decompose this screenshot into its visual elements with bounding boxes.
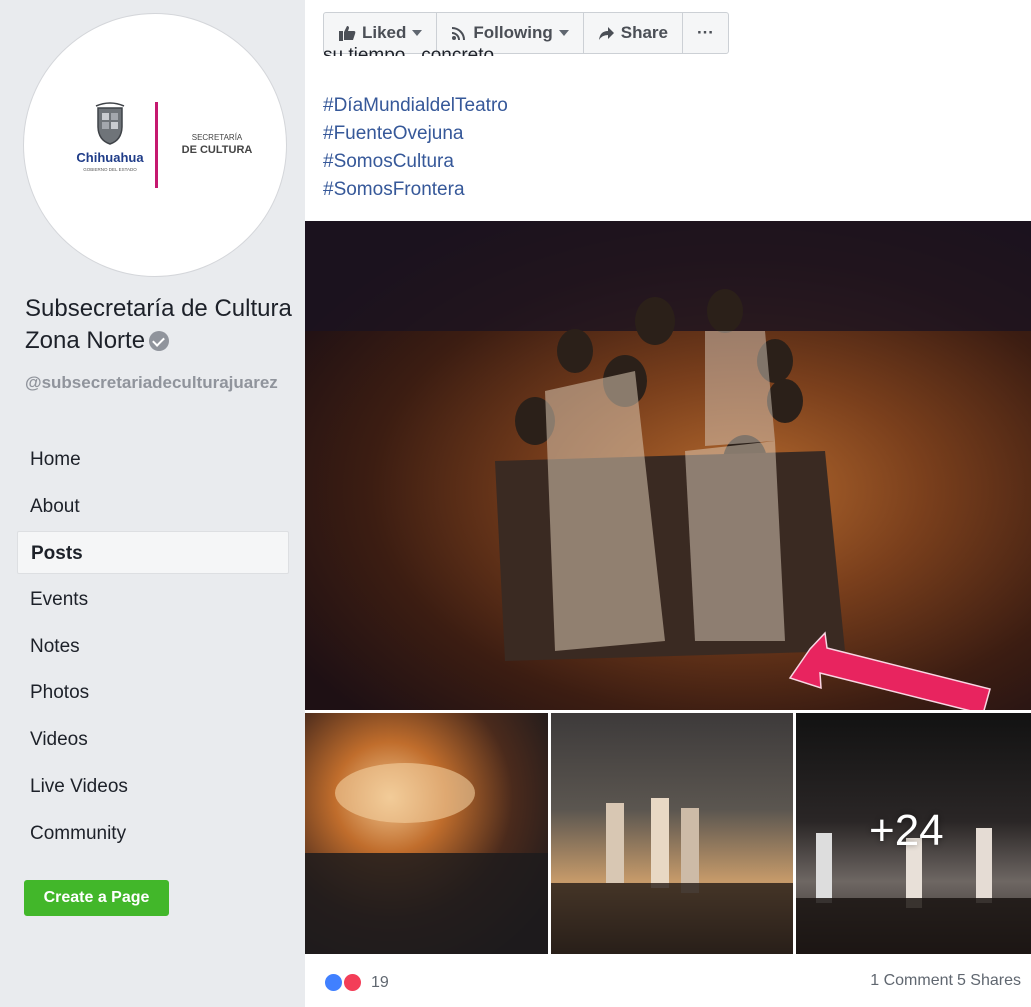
shares-count-link[interactable]: 5 Shares bbox=[957, 972, 1021, 990]
hashtag-link[interactable]: #SomosFrontera bbox=[323, 176, 508, 204]
reaction-summary[interactable]: 19 bbox=[323, 972, 389, 993]
nav-item-community[interactable]: Community bbox=[17, 812, 289, 855]
stage-musicians-scene bbox=[551, 798, 793, 954]
page-name[interactable]: Subsecretaría de Cultura Zona Norte bbox=[25, 293, 295, 357]
post-photo-thumbnail-more[interactable]: +24 bbox=[796, 713, 1031, 954]
logo-brand: Chihuahua bbox=[76, 150, 144, 165]
create-page-button[interactable]: Create a Page bbox=[24, 880, 169, 916]
actor-group bbox=[495, 289, 845, 661]
logo-dept-line1: SECRETARÍA bbox=[192, 133, 243, 142]
hashtag-link[interactable]: #FuenteOvejuna bbox=[323, 120, 508, 148]
nav-item-photos[interactable]: Photos bbox=[17, 671, 289, 714]
nav-item-notes[interactable]: Notes bbox=[17, 625, 289, 668]
coat-of-arms-icon bbox=[95, 102, 125, 145]
post-card: Liked Following Share ··· su tiempo , co… bbox=[305, 0, 1031, 1007]
post-text-partial: su tiempo , concreto. bbox=[323, 45, 500, 56]
chevron-down-icon bbox=[412, 30, 423, 36]
post-photo-thumbnail[interactable] bbox=[551, 713, 793, 954]
thumbs-up-icon bbox=[339, 26, 356, 41]
nav-item-videos[interactable]: Videos bbox=[17, 718, 289, 761]
logo-dept-line2: DE CULTURA bbox=[182, 144, 253, 156]
share-label: Share bbox=[620, 23, 668, 42]
more-photos-count: +24 bbox=[869, 806, 944, 855]
secretaria-cultura-logo: Chihuahua GOBIERNO DEL ESTADO SECRETARÍA… bbox=[76, 102, 253, 188]
more-options-icon: ··· bbox=[696, 23, 714, 42]
logo-brand-sub: GOBIERNO DEL ESTADO bbox=[83, 167, 137, 172]
page-handle[interactable]: @subsecretariadeculturajuarez bbox=[25, 372, 287, 394]
hashtag-link[interactable]: #DíaMundialdelTeatro bbox=[323, 92, 508, 120]
page-sidebar: Chihuahua GOBIERNO DEL ESTADO SECRETARÍA… bbox=[0, 0, 305, 1007]
main-post-photo[interactable] bbox=[305, 221, 1031, 710]
comments-count-link[interactable]: 1 Comment bbox=[870, 972, 953, 990]
share-button[interactable]: Share bbox=[584, 13, 683, 53]
hashtag-link[interactable]: #SomosCultura bbox=[323, 148, 508, 176]
share-arrow-icon bbox=[598, 26, 614, 40]
post-photo-thumbnail[interactable] bbox=[305, 713, 548, 954]
page-nav: Home About Posts Events Notes Photos Vid… bbox=[17, 438, 289, 858]
nav-item-live-videos[interactable]: Live Videos bbox=[17, 765, 289, 808]
profile-picture[interactable]: Chihuahua GOBIERNO DEL ESTADO SECRETARÍA… bbox=[24, 14, 286, 276]
rss-feed-icon bbox=[452, 27, 466, 41]
theater-stage-scene bbox=[305, 221, 1031, 710]
love-reaction-icon bbox=[342, 972, 363, 993]
nav-item-about[interactable]: About bbox=[17, 485, 289, 528]
logo-divider bbox=[155, 102, 158, 188]
nav-item-posts[interactable]: Posts bbox=[17, 531, 289, 575]
hashtag-list: #DíaMundialdelTeatro #FuenteOvejuna #Som… bbox=[323, 92, 508, 204]
nav-item-events[interactable]: Events bbox=[17, 578, 289, 621]
reaction-count: 19 bbox=[371, 973, 389, 991]
verified-badge-icon bbox=[149, 331, 170, 351]
stage-spotlight-scene bbox=[305, 763, 548, 954]
like-reaction-icon bbox=[323, 972, 344, 993]
more-options-button[interactable]: ··· bbox=[683, 13, 728, 53]
pink-pointer-arrow bbox=[788, 631, 991, 710]
nav-item-home[interactable]: Home bbox=[17, 438, 289, 481]
chevron-down-icon bbox=[558, 30, 569, 36]
post-stats: 1 Comment 5 Shares bbox=[870, 972, 1021, 990]
